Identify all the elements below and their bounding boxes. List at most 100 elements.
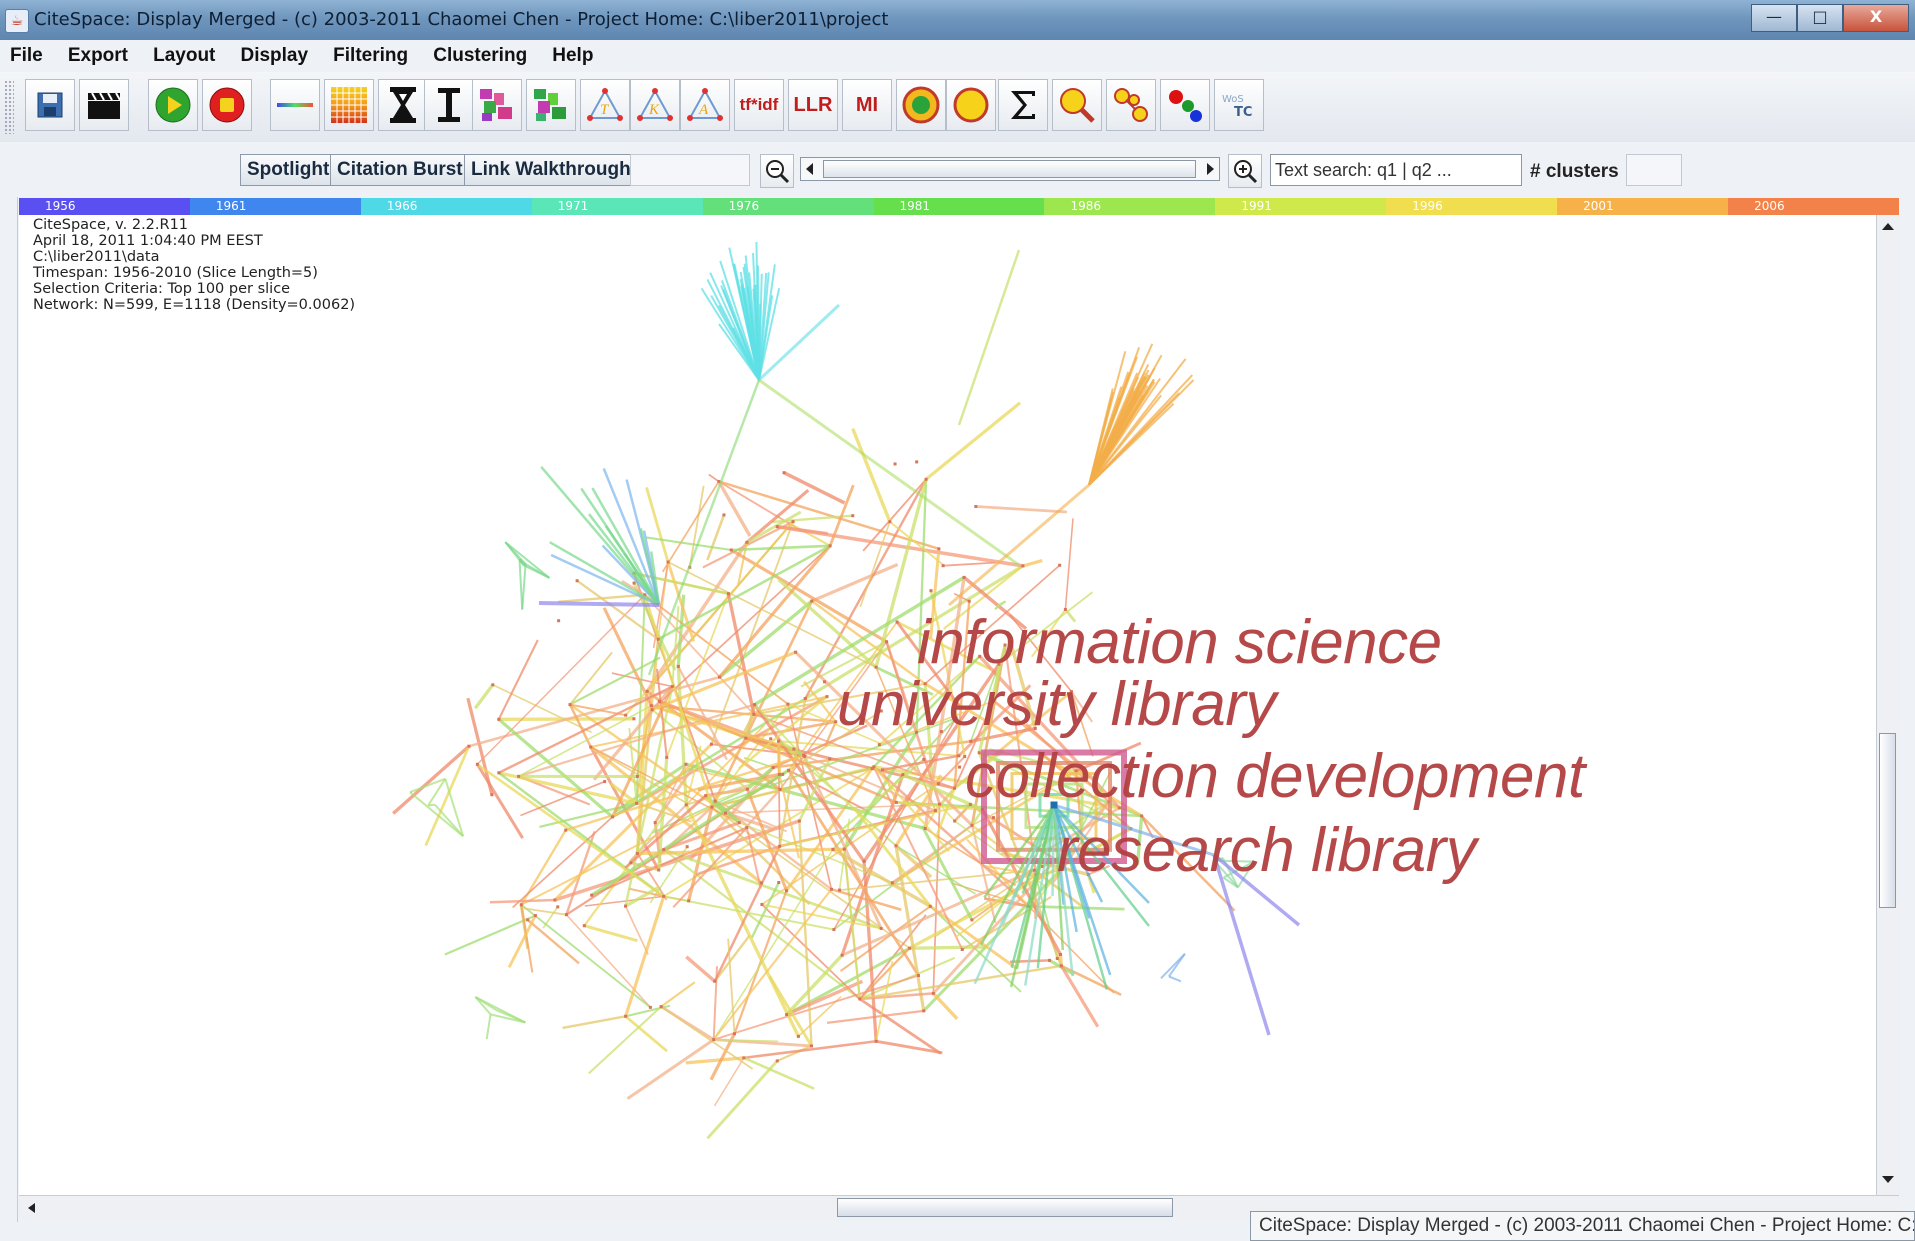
network-node[interactable] — [794, 650, 798, 654]
network-node[interactable] — [777, 880, 781, 884]
network-node[interactable] — [791, 520, 795, 524]
network-node[interactable] — [666, 560, 670, 564]
network-node[interactable] — [960, 947, 964, 951]
cluster-label-collection-development[interactable]: collection development — [965, 741, 1585, 812]
left-panel-edge[interactable] — [0, 142, 18, 1241]
network-node[interactable] — [915, 460, 919, 464]
network-node[interactable] — [957, 754, 961, 758]
network-node[interactable] — [924, 477, 928, 481]
minimize-button[interactable]: — — [1751, 4, 1797, 32]
network-node[interactable] — [837, 888, 841, 892]
network-node[interactable] — [874, 1039, 878, 1043]
network-node[interactable] — [645, 689, 649, 693]
network-node[interactable] — [624, 713, 628, 717]
network-node[interactable] — [745, 787, 749, 791]
network-node[interactable] — [1059, 964, 1063, 968]
network-node[interactable] — [885, 640, 889, 644]
network-node[interactable] — [970, 918, 974, 922]
network-node[interactable] — [526, 918, 530, 922]
network-node[interactable] — [881, 768, 885, 772]
network-node[interactable] — [933, 809, 937, 813]
color-line-button[interactable] — [270, 79, 320, 131]
network-node[interactable] — [657, 868, 661, 872]
network-node[interactable] — [632, 581, 636, 585]
network-node[interactable] — [590, 893, 594, 897]
mi-button[interactable]: MI — [842, 79, 892, 131]
network-node[interactable] — [890, 881, 894, 885]
network-node[interactable] — [777, 739, 781, 743]
network-node[interactable] — [490, 793, 494, 797]
network-node[interactable] — [775, 1059, 779, 1063]
network-node[interactable] — [893, 462, 897, 466]
network-node[interactable] — [737, 821, 741, 825]
network-node[interactable] — [1021, 564, 1025, 568]
network-node[interactable] — [953, 786, 957, 790]
network-node[interactable] — [713, 979, 717, 983]
network-node[interactable] — [475, 762, 479, 766]
link-circles-button[interactable] — [1106, 79, 1156, 131]
network-node[interactable] — [533, 914, 537, 918]
network-node[interactable] — [938, 802, 942, 806]
network-node[interactable] — [564, 828, 568, 832]
network-node[interactable] — [732, 1032, 736, 1036]
network-node[interactable] — [785, 889, 789, 893]
citation-burst-button[interactable]: Citation Burst — [330, 154, 470, 186]
network-node[interactable] — [797, 819, 801, 823]
network-node[interactable] — [781, 772, 785, 776]
yellow-circle-button[interactable] — [946, 79, 996, 131]
network-node[interactable] — [931, 991, 935, 995]
network-node[interactable] — [778, 787, 782, 791]
network-node[interactable] — [974, 504, 978, 508]
network-node[interactable] — [922, 1009, 926, 1013]
network-node[interactable] — [575, 579, 579, 583]
target-button[interactable] — [896, 79, 946, 131]
network-node[interactable] — [657, 699, 661, 703]
save-button[interactable] — [25, 79, 75, 131]
network-node[interactable] — [894, 800, 898, 804]
walkthrough-field[interactable] — [630, 154, 750, 186]
network-node[interactable] — [659, 1005, 663, 1009]
network-node[interactable] — [729, 548, 733, 552]
network-node[interactable] — [802, 753, 806, 757]
network-node[interactable] — [962, 575, 966, 579]
network-node[interactable] — [828, 544, 832, 548]
tfidf-button[interactable]: tf*idf — [734, 79, 784, 131]
slider-left-arrow-icon[interactable] — [803, 161, 817, 177]
network-node[interactable] — [941, 564, 945, 568]
slider-thumb[interactable] — [823, 160, 1196, 178]
network-node[interactable] — [653, 821, 657, 825]
network-node[interactable] — [936, 782, 940, 786]
toolbar-grip[interactable] — [4, 80, 14, 134]
network-node[interactable] — [650, 708, 654, 712]
network-node[interactable] — [656, 637, 660, 641]
link-walkthrough-button[interactable]: Link Walkthrough — [464, 154, 638, 186]
text-search-input[interactable]: Text search: q1 | q2 ... — [1270, 154, 1522, 186]
network-node[interactable] — [684, 803, 688, 807]
network-node[interactable] — [687, 899, 691, 903]
network-node[interactable] — [851, 514, 855, 518]
network-node[interactable] — [760, 903, 764, 907]
network-node[interactable] — [712, 1038, 716, 1042]
network-node[interactable] — [582, 924, 586, 928]
network-node[interactable] — [937, 547, 941, 551]
network-node[interactable] — [759, 881, 763, 885]
network-node[interactable] — [810, 1044, 814, 1048]
network-node[interactable] — [704, 794, 708, 798]
network-node[interactable] — [726, 592, 730, 596]
network-node[interactable] — [958, 765, 962, 769]
zoom-slider[interactable] — [800, 157, 1220, 181]
network-node[interactable] — [769, 737, 773, 741]
network-node[interactable] — [928, 904, 932, 908]
network-node[interactable] — [858, 997, 862, 1001]
menu-export[interactable]: Export — [58, 45, 138, 67]
slider-right-arrow-icon[interactable] — [1203, 161, 1217, 177]
network-node[interactable] — [916, 974, 920, 978]
network-node[interactable] — [872, 765, 876, 769]
triangle-t-button[interactable]: T — [580, 79, 630, 131]
network-node[interactable] — [796, 1034, 800, 1038]
network-node[interactable] — [970, 823, 974, 827]
network-node[interactable] — [752, 712, 756, 716]
network-node[interactable] — [556, 905, 560, 909]
network-node[interactable] — [723, 811, 727, 815]
colored-dots-button[interactable] — [1160, 79, 1210, 131]
